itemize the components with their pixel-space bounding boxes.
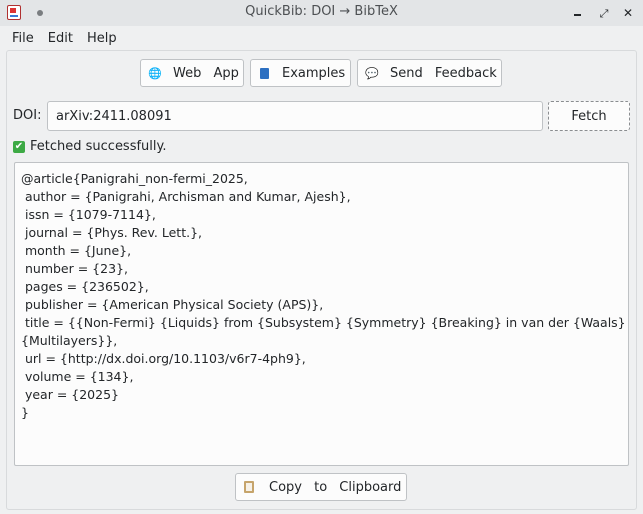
- bibtex-line: title = {{Non-Fermi} {Liquids} from {Sub…: [21, 315, 626, 330]
- web-app-label: Web App: [173, 65, 239, 81]
- copy-to-clipboard-button[interactable]: Copy to Clipboard: [235, 473, 407, 501]
- book-icon: [260, 67, 269, 79]
- doi-input[interactable]: [47, 101, 543, 131]
- menu-edit[interactable]: Edit: [41, 31, 80, 46]
- menu-bar: File Edit Help: [0, 27, 643, 49]
- bibtex-line: pages = {236502},: [21, 279, 149, 294]
- bibtex-line: month = {June},: [21, 243, 132, 258]
- bibtex-line: }: [21, 405, 29, 420]
- globe-icon: 🌐: [148, 66, 162, 80]
- send-feedback-button[interactable]: 💬 Send Feedback: [357, 59, 502, 87]
- check-icon: ✔: [13, 140, 25, 153]
- copy-label: Copy to Clipboard: [269, 479, 402, 495]
- bibtex-line: journal = {Phys. Rev. Lett.},: [21, 225, 203, 240]
- close-icon: ✕: [622, 6, 634, 20]
- maximize-icon: ⤢: [599, 7, 609, 20]
- clipboard-icon: [244, 481, 254, 493]
- close-button[interactable]: ✕: [620, 5, 636, 21]
- doi-label: DOI:: [13, 108, 42, 123]
- bibtex-line: volume = {134},: [21, 369, 134, 384]
- status-text: Fetched successfully.: [30, 139, 167, 154]
- menu-file[interactable]: File: [5, 31, 41, 46]
- bibtex-line: url = {http://dx.doi.org/10.1103/v6r7-4p…: [21, 351, 306, 366]
- title-bar: QuickBib: DOI → BibTeX ⤢ ✕: [0, 0, 643, 26]
- status-message: ✔ Fetched successfully.: [13, 139, 167, 154]
- bibtex-line: author = {Panigrahi, Archisman and Kumar…: [21, 189, 351, 204]
- maximize-button[interactable]: ⤢: [596, 5, 612, 21]
- examples-button[interactable]: Examples: [250, 59, 351, 87]
- window-title: QuickBib: DOI → BibTeX: [245, 4, 398, 19]
- web-app-button[interactable]: 🌐 Web App: [140, 59, 244, 87]
- minimize-button[interactable]: [570, 5, 586, 21]
- minimize-icon: [574, 14, 581, 16]
- bibtex-output[interactable]: @article{Panigrahi_non-fermi_2025, autho…: [14, 162, 629, 466]
- speech-bubble-icon: 💬: [365, 66, 379, 80]
- bibtex-line: {Multilayers}},: [21, 333, 118, 348]
- examples-label: Examples: [282, 65, 346, 81]
- bibtex-line: issn = {1079-7114},: [21, 207, 156, 222]
- bibtex-line: publisher = {American Physical Society (…: [21, 297, 324, 312]
- send-feedback-label: Send Feedback: [390, 65, 497, 81]
- fetch-button[interactable]: Fetch: [548, 101, 630, 131]
- menu-help[interactable]: Help: [80, 31, 124, 46]
- bibtex-line: year = {2025}: [21, 387, 119, 402]
- bibtex-line: @article{Panigrahi_non-fermi_2025,: [21, 171, 248, 186]
- bibtex-line: number = {23},: [21, 261, 128, 276]
